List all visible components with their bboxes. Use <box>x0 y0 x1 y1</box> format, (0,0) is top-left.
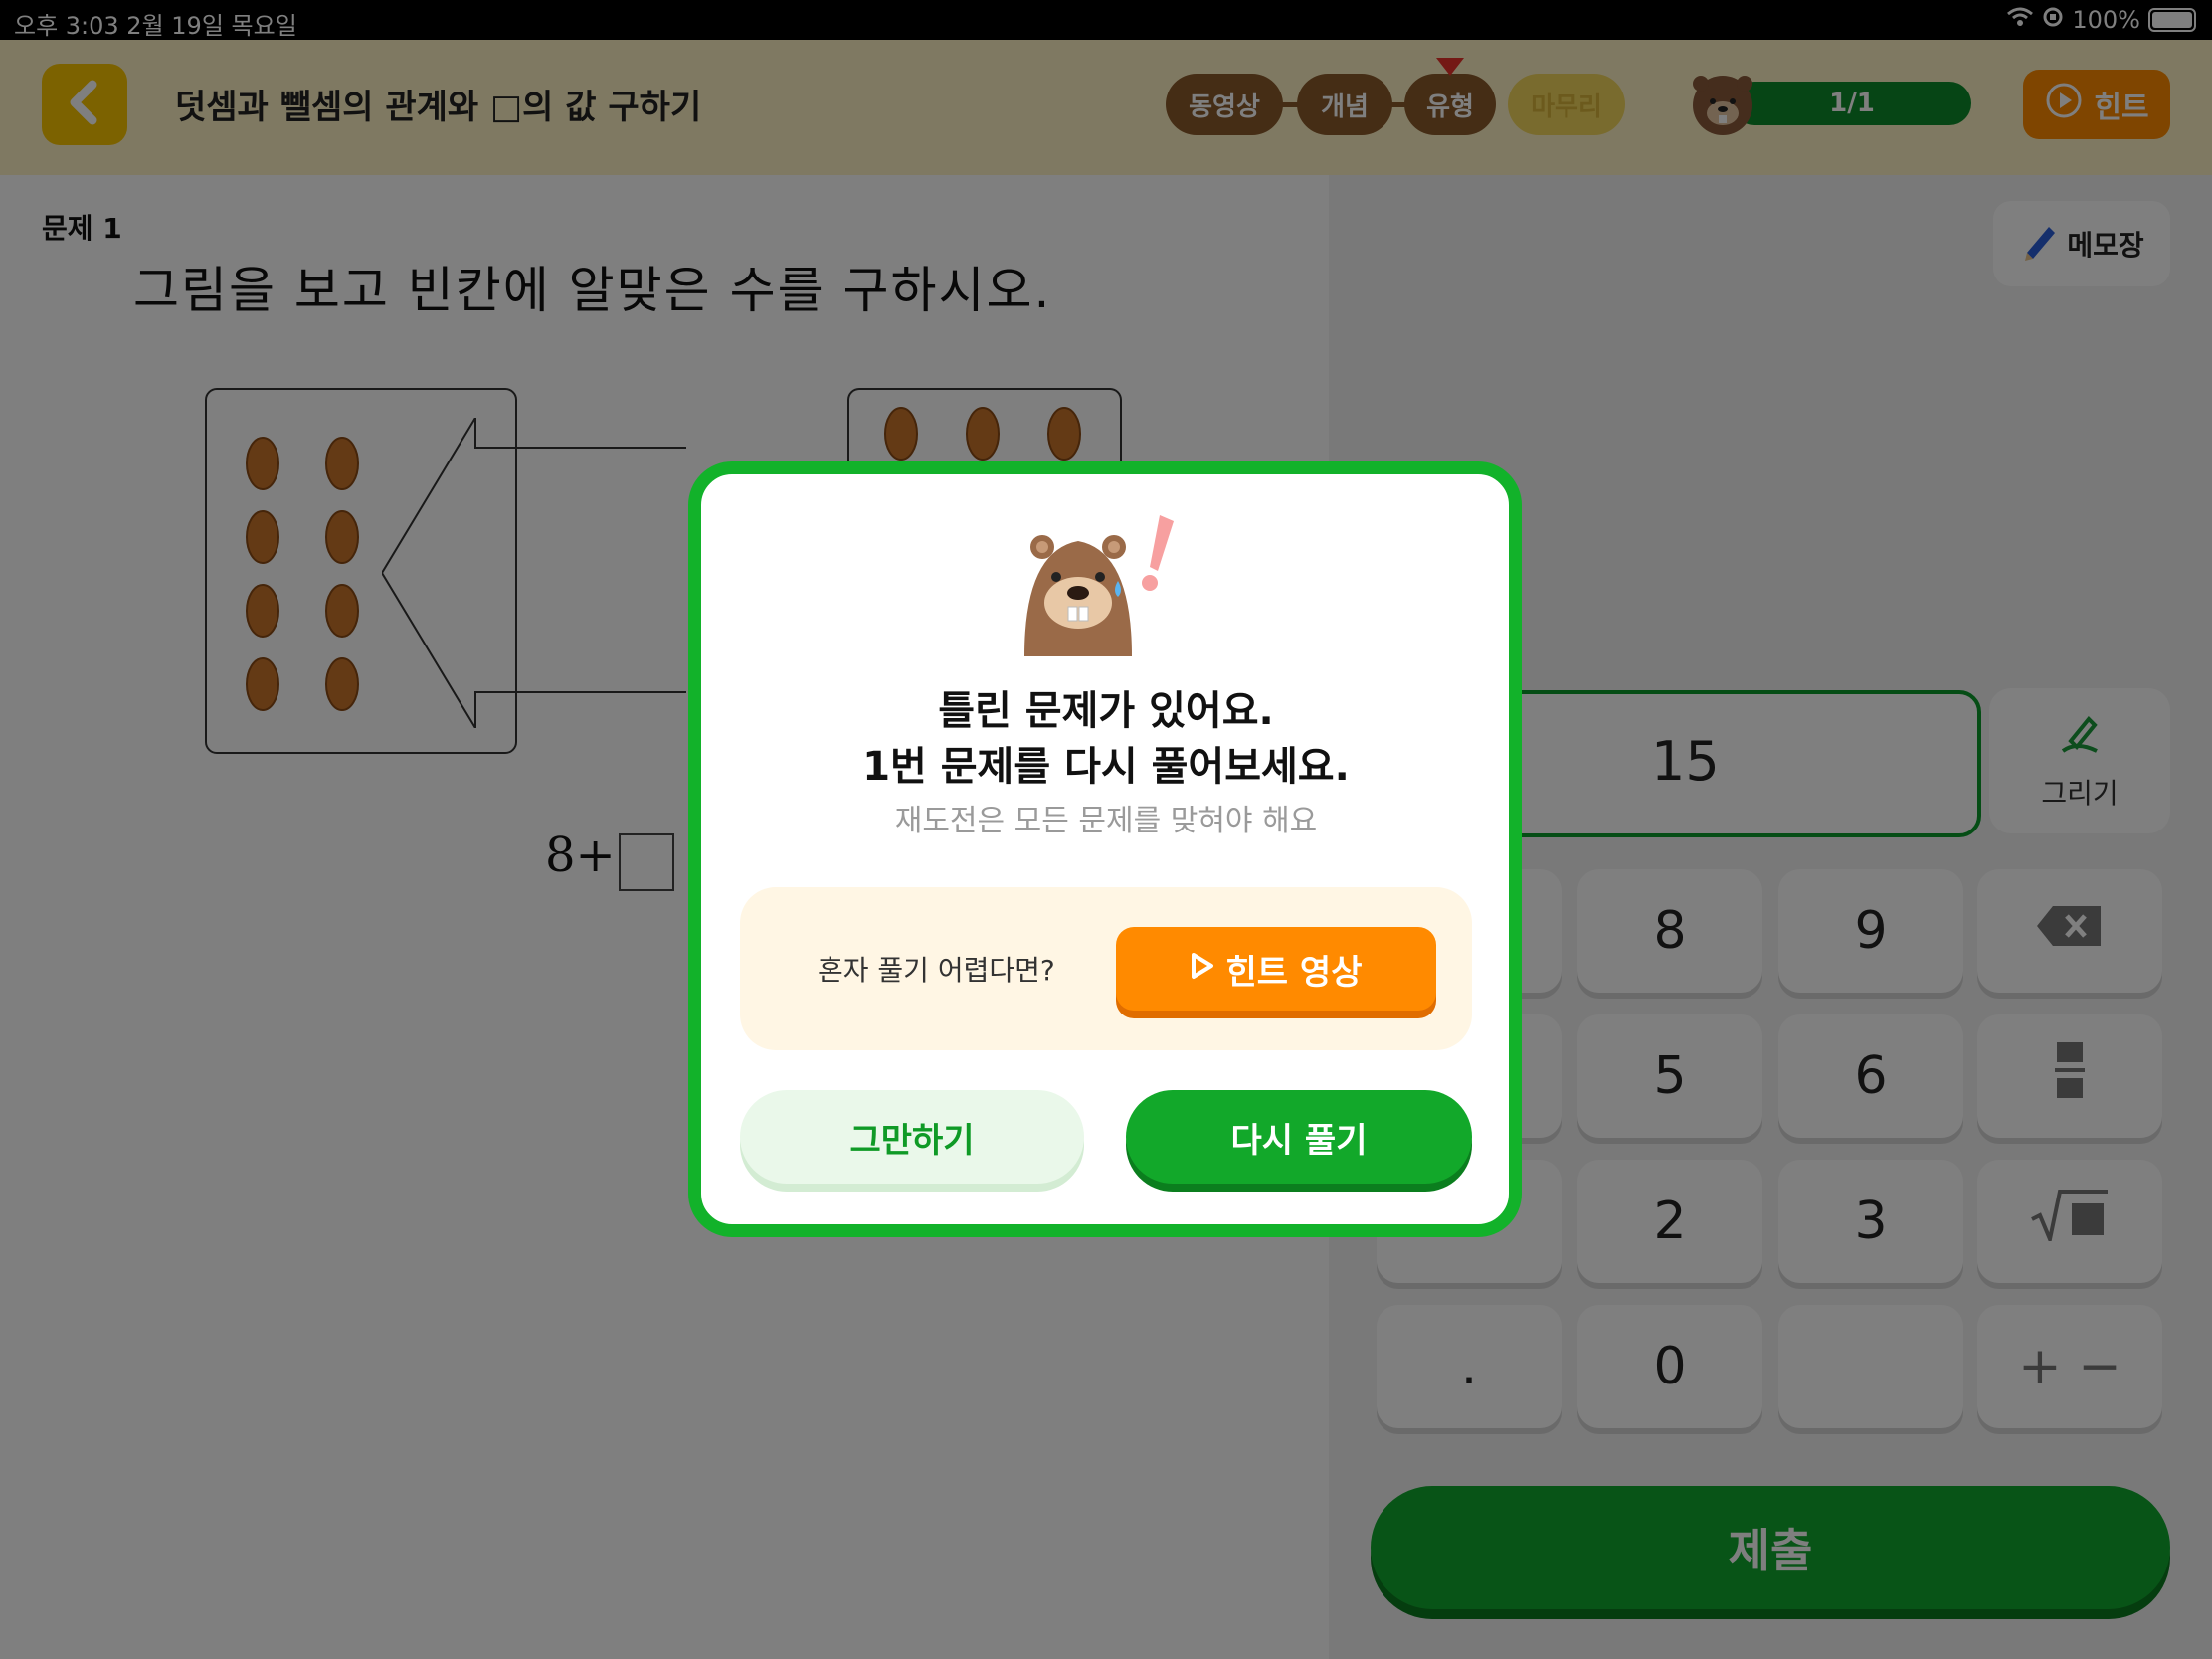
retry-button[interactable]: 다시 풀기 <box>1126 1090 1472 1184</box>
quit-button[interactable]: 그만하기 <box>740 1090 1084 1184</box>
dialog-title-line1: 틀린 문제가 있어요. <box>938 688 1274 734</box>
play-icon <box>1191 949 1214 989</box>
worried-beaver-icon <box>1013 511 1182 656</box>
hint-video-button[interactable]: 힌트 영상 <box>1116 927 1436 1011</box>
dialog-title-line2: 1번 문제를 다시 풀어보세요. <box>862 744 1350 790</box>
hint-question-text: 혼자 풀기 어렵다면? <box>818 954 1055 987</box>
dialog-subtitle: 재도전은 모든 문제를 맞혀야 해요 <box>894 804 1318 838</box>
hint-video-label: 힌트 영상 <box>1225 952 1363 993</box>
